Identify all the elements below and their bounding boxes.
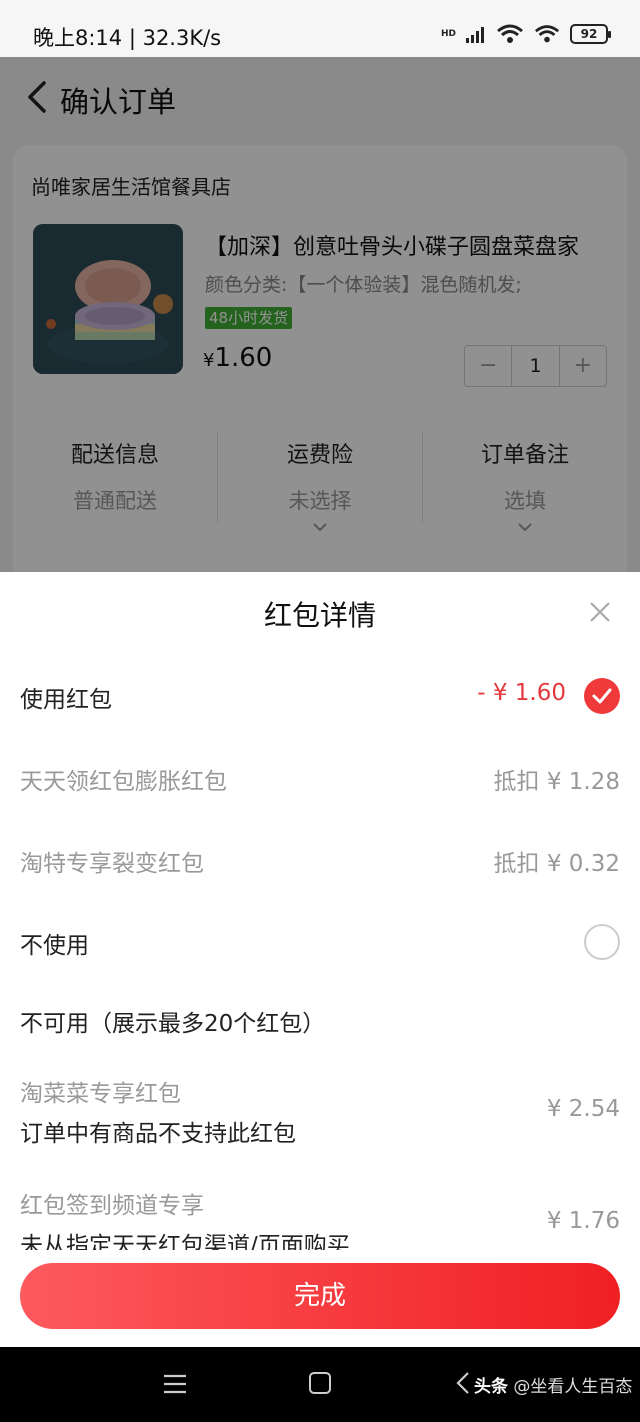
status-time-speed: 晚上8:14 | 32.3K/s <box>33 26 222 50</box>
watermark-brand: 头条 <box>474 1377 508 1397</box>
redpack-item: 天天领红包膨胀红包 抵扣 ¥ 1.28 <box>20 758 620 798</box>
sheet-title: 红包详情 <box>263 599 376 632</box>
redpack-name: 淘特专享裂变红包 <box>20 851 204 877</box>
system-nav-bar: 头条 @坐看人生百态 <box>0 1347 640 1422</box>
redpack-name: 天天领红包膨胀红包 <box>20 769 227 795</box>
cell-signal-icon <box>466 27 484 43</box>
use-redpack-label: 使用红包 <box>20 687 112 713</box>
watermark-text: @坐看人生百态 <box>508 1377 633 1397</box>
unavailable-redpack-item: 红包签到频道专享 未从指定天天红包渠道/页面购买 ¥ 1.76 <box>20 1186 620 1250</box>
status-icons: HD 92 <box>440 24 611 44</box>
redpack-deduction: 抵扣 ¥ 0.32 <box>493 851 620 877</box>
back-icon[interactable] <box>456 1371 470 1395</box>
unavailable-reason: 订单中有商品不支持此红包 <box>20 1121 296 1147</box>
no-use-label: 不使用 <box>20 933 89 959</box>
home-icon[interactable] <box>309 1372 331 1394</box>
hd-badge: HD <box>440 28 456 39</box>
checked-icon[interactable] <box>584 678 620 714</box>
done-button[interactable]: 完成 <box>20 1263 620 1329</box>
wifi-icon <box>497 24 523 43</box>
redpack-name: 红包签到频道专享 <box>20 1193 204 1219</box>
radio-unchecked-icon[interactable] <box>584 924 620 960</box>
no-use-row[interactable]: 不使用 <box>20 922 620 962</box>
unavailable-header: 不可用（展示最多20个红包） <box>20 1002 620 1042</box>
use-redpack-row[interactable]: 使用红包 - ¥ 1.60 <box>20 676 620 716</box>
use-redpack-amount: - ¥ 1.60 <box>477 680 566 706</box>
menu-icon[interactable] <box>163 1373 187 1395</box>
redpack-item: 淘特专享裂变红包 抵扣 ¥ 0.32 <box>20 840 620 880</box>
battery-icon: 92 <box>570 24 611 44</box>
redpack-amount: ¥ 1.76 <box>546 1208 620 1234</box>
unavailable-title: 不可用（展示最多20个红包） <box>20 1011 326 1037</box>
redpack-deduction: 抵扣 ¥ 1.28 <box>493 769 620 795</box>
unavailable-reason: 未从指定天天红包渠道/页面购买 <box>20 1233 350 1250</box>
unavailable-list-clip: 红包签到频道专享 未从指定天天红包渠道/页面购买 ¥ 1.76 <box>0 1150 640 1250</box>
redpack-amount: ¥ 2.54 <box>546 1096 620 1122</box>
wifi-icon-2 <box>534 25 560 43</box>
redpack-name: 淘菜菜专享红包 <box>20 1081 181 1107</box>
status-bar: 晚上8:14 | 32.3K/s HD 92 <box>0 0 640 57</box>
watermark: 头条 @坐看人生百态 <box>474 1372 632 1397</box>
close-icon[interactable] <box>588 600 612 624</box>
unavailable-redpack-item: 淘菜菜专享红包 订单中有商品不支持此红包 ¥ 2.54 <box>20 1074 620 1150</box>
